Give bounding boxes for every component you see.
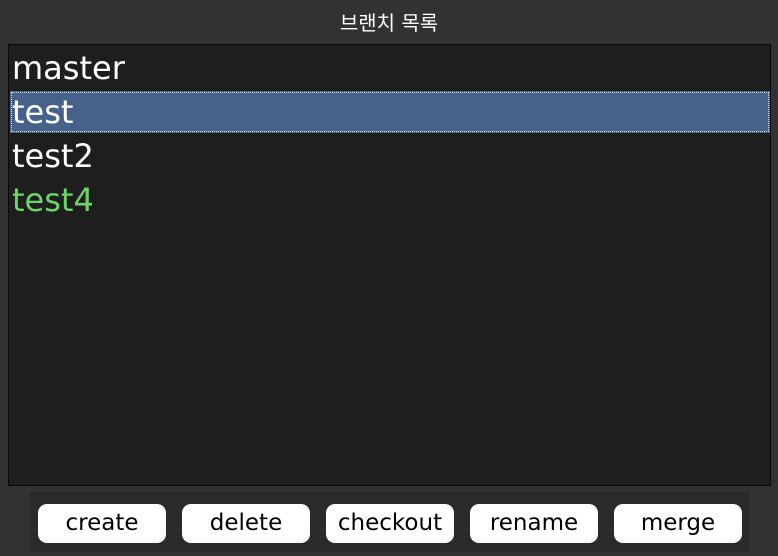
button-bar: create delete checkout rename merge (30, 492, 750, 552)
checkout-button[interactable]: checkout (326, 504, 454, 543)
create-button[interactable]: create (38, 504, 166, 543)
branch-item-test4[interactable]: test4 (10, 179, 770, 221)
merge-button[interactable]: merge (614, 504, 742, 543)
delete-button[interactable]: delete (182, 504, 310, 543)
branch-item-test[interactable]: test (10, 91, 770, 133)
rename-button[interactable]: rename (470, 504, 598, 543)
window-title: 브랜치 목록 (339, 11, 439, 35)
branch-item-master[interactable]: master (10, 47, 770, 89)
branch-item-test2[interactable]: test2 (10, 135, 770, 177)
branch-list[interactable]: master test test2 test4 (8, 44, 771, 486)
